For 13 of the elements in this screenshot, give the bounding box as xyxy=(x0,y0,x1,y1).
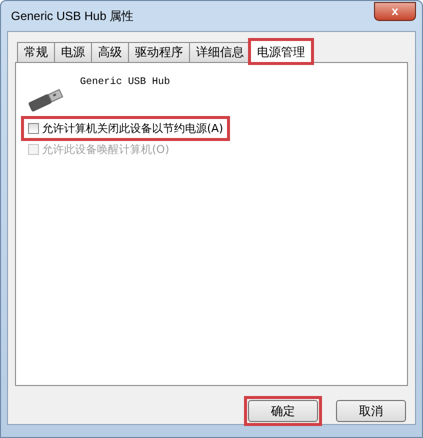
tab[interactable]: 详细信息 xyxy=(189,42,251,62)
dialog-button[interactable]: 取消 xyxy=(336,400,406,422)
dialog-button[interactable]: 确定 xyxy=(248,400,318,422)
tab[interactable]: 电源 xyxy=(54,42,92,62)
window-title: Generic USB Hub 属性 xyxy=(11,8,134,24)
checkbox-label: 允许计算机关闭此设备以节约电源(A) xyxy=(42,121,224,136)
checkbox-label: 允许此设备唤醒计算机(O) xyxy=(42,142,170,157)
checkbox[interactable] xyxy=(28,123,39,134)
tab[interactable]: 电源管理 xyxy=(250,40,312,63)
tab[interactable]: 高级 xyxy=(91,42,129,62)
tab[interactable]: 驱动程序 xyxy=(128,42,190,62)
device-name: Generic USB Hub xyxy=(80,77,170,88)
tab[interactable]: 常规 xyxy=(17,42,55,62)
